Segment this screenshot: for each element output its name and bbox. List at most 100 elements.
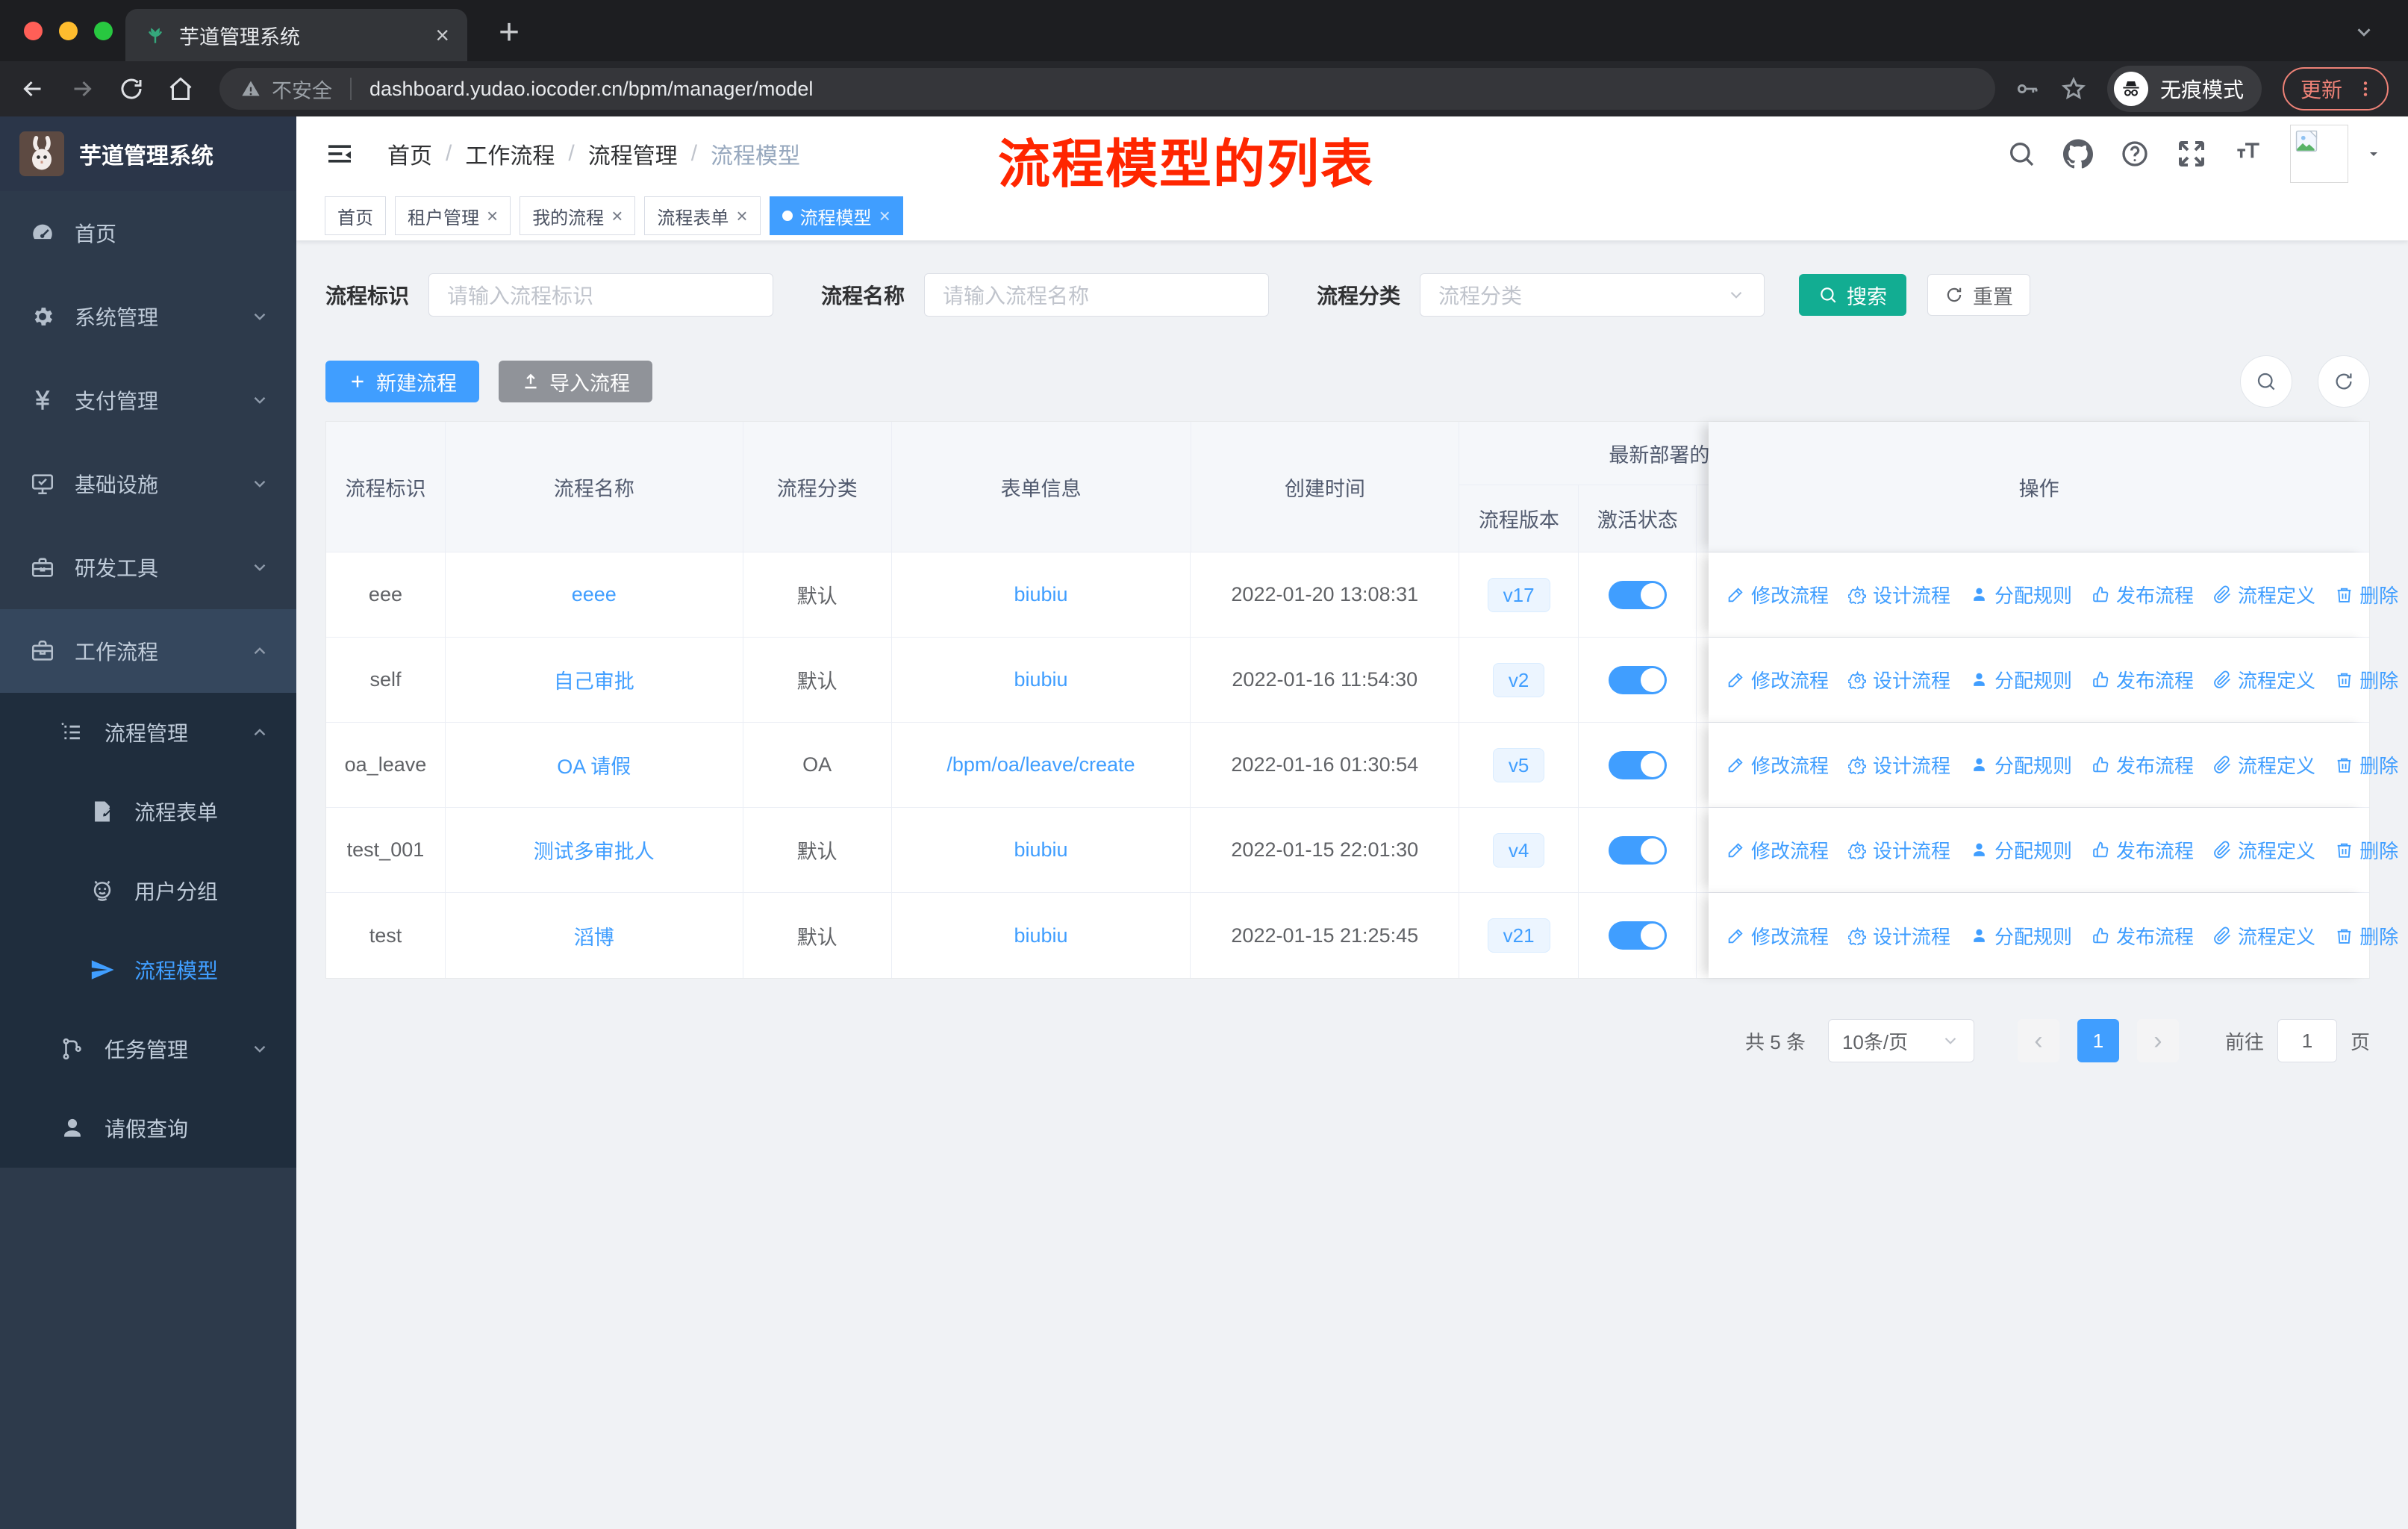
action-删除[interactable]: 删除: [2335, 836, 2398, 864]
active-toggle[interactable]: [1608, 665, 1667, 694]
tag-我的流程[interactable]: 我的流程 ×: [520, 196, 636, 235]
import-process-button[interactable]: 导入流程: [499, 361, 652, 402]
search-icon[interactable]: [2006, 139, 2036, 169]
action-分配规则[interactable]: 分配规则: [1970, 922, 2072, 950]
app-logo-row[interactable]: 芋道管理系统: [0, 116, 296, 191]
action-发布流程[interactable]: 发布流程: [2092, 581, 2194, 608]
create-process-button[interactable]: 新建流程: [325, 361, 479, 402]
breadcrumb-item-工作流程[interactable]: 工作流程: [465, 137, 555, 170]
reload-icon[interactable]: [118, 75, 145, 102]
sidebar-item-用户分组[interactable]: 用户分组: [0, 851, 296, 930]
avatar[interactable]: [2290, 125, 2348, 183]
bookmark-star-icon[interactable]: [2061, 76, 2086, 102]
sidebar-item-系统管理[interactable]: 系统管理: [0, 275, 296, 358]
action-流程定义[interactable]: 流程定义: [2213, 751, 2315, 779]
refresh-icon[interactable]: [2318, 355, 2370, 408]
cell-process-name-link[interactable]: 测试多审批人: [446, 808, 743, 892]
tag-close-icon[interactable]: ×: [879, 206, 890, 225]
cell-form-link[interactable]: biubiu: [892, 808, 1191, 892]
security-label[interactable]: 不安全: [272, 75, 332, 104]
reset-button[interactable]: 重置: [1927, 274, 2031, 316]
action-删除[interactable]: 删除: [2335, 666, 2398, 694]
tab-search-caret-icon[interactable]: [2353, 21, 2375, 43]
action-流程定义[interactable]: 流程定义: [2213, 666, 2315, 694]
password-key-icon[interactable]: [2015, 76, 2040, 102]
breadcrumb-item-首页[interactable]: 首页: [387, 137, 432, 170]
action-删除[interactable]: 删除: [2335, 922, 2398, 950]
zoom-window-button[interactable]: [94, 21, 113, 40]
action-发布流程[interactable]: 发布流程: [2092, 666, 2194, 694]
cell-form-link[interactable]: biubiu: [892, 552, 1191, 637]
sidebar-item-流程模型[interactable]: 流程模型: [0, 930, 296, 1009]
action-修改流程[interactable]: 修改流程: [1727, 666, 1829, 694]
action-设计流程[interactable]: 设计流程: [1848, 751, 1950, 779]
browser-tab[interactable]: 芋道管理系统 ×: [125, 9, 467, 61]
action-流程定义[interactable]: 流程定义: [2213, 581, 2315, 608]
active-toggle[interactable]: [1608, 921, 1667, 950]
action-设计流程[interactable]: 设计流程: [1848, 666, 1950, 694]
not-secure-icon[interactable]: [240, 78, 261, 99]
action-设计流程[interactable]: 设计流程: [1848, 836, 1950, 864]
tag-close-icon[interactable]: ×: [611, 206, 623, 225]
sidebar-item-基础设施[interactable]: 基础设施: [0, 442, 296, 526]
forward-icon[interactable]: [69, 75, 96, 102]
process-name-input[interactable]: 请输入流程名称: [924, 273, 1270, 317]
tag-首页[interactable]: 首页: [325, 196, 386, 235]
update-label[interactable]: 更新: [2301, 74, 2342, 104]
tag-流程模型[interactable]: 流程模型 ×: [769, 196, 903, 235]
tag-close-icon[interactable]: ×: [487, 206, 498, 225]
sidebar-item-支付管理[interactable]: 支付管理: [0, 358, 296, 442]
category-select[interactable]: 流程分类: [1420, 273, 1765, 317]
active-toggle[interactable]: [1608, 750, 1667, 779]
next-page-button[interactable]: ›: [2136, 1019, 2179, 1062]
sidebar-item-请假查询[interactable]: 请假查询: [0, 1089, 296, 1168]
action-删除[interactable]: 删除: [2335, 581, 2398, 608]
url-bar[interactable]: 不安全 dashboard.yudao.iocoder.cn/bpm/manag…: [219, 68, 1995, 110]
page-size-select[interactable]: 10条/页: [1827, 1019, 1974, 1062]
action-分配规则[interactable]: 分配规则: [1970, 666, 2072, 694]
new-tab-button[interactable]: +: [487, 12, 531, 52]
back-icon[interactable]: [19, 75, 46, 102]
close-window-button[interactable]: [24, 21, 43, 40]
active-toggle[interactable]: [1608, 835, 1667, 865]
sidebar-item-任务管理[interactable]: 任务管理: [0, 1009, 296, 1089]
help-icon[interactable]: [2120, 139, 2150, 169]
action-修改流程[interactable]: 修改流程: [1727, 751, 1829, 779]
cell-form-link[interactable]: biubiu: [892, 638, 1191, 722]
tag-close-icon[interactable]: ×: [736, 206, 747, 225]
cell-process-name-link[interactable]: 自己审批: [446, 638, 743, 722]
action-删除[interactable]: 删除: [2335, 751, 2398, 779]
search-button[interactable]: 搜索: [1799, 274, 1907, 316]
avatar-caret-icon[interactable]: [2365, 145, 2383, 163]
sidebar-item-研发工具[interactable]: 研发工具: [0, 526, 296, 609]
goto-page-input[interactable]: 1: [2277, 1019, 2337, 1062]
action-设计流程[interactable]: 设计流程: [1848, 581, 1950, 608]
active-toggle[interactable]: [1608, 580, 1667, 609]
fullscreen-icon[interactable]: [2177, 139, 2206, 169]
action-分配规则[interactable]: 分配规则: [1970, 581, 2072, 608]
cell-form-link[interactable]: biubiu: [892, 893, 1191, 978]
minimize-window-button[interactable]: [59, 21, 78, 40]
prev-page-button[interactable]: ‹: [2017, 1019, 2059, 1062]
action-发布流程[interactable]: 发布流程: [2092, 922, 2194, 950]
action-设计流程[interactable]: 设计流程: [1848, 922, 1950, 950]
action-发布流程[interactable]: 发布流程: [2092, 836, 2194, 864]
tag-流程表单[interactable]: 流程表单 ×: [644, 196, 761, 235]
breadcrumb-item-流程管理[interactable]: 流程管理: [588, 137, 678, 170]
browser-menu-icon[interactable]: [2356, 79, 2375, 99]
sidebar-item-工作流程[interactable]: 工作流程: [0, 609, 296, 693]
action-修改流程[interactable]: 修改流程: [1727, 922, 1829, 950]
browser-update-chip[interactable]: 更新: [2282, 67, 2389, 110]
sidebar-item-首页[interactable]: 首页: [0, 191, 296, 275]
tag-租户管理[interactable]: 租户管理 ×: [395, 196, 511, 235]
sidebar-item-流程管理[interactable]: 流程管理: [0, 693, 296, 772]
tab-close-icon[interactable]: ×: [435, 23, 449, 47]
action-分配规则[interactable]: 分配规则: [1970, 836, 2072, 864]
cell-process-name-link[interactable]: eeee: [446, 552, 743, 637]
process-key-input[interactable]: 请输入流程标识: [428, 273, 774, 317]
font-size-icon[interactable]: [2233, 139, 2263, 169]
sidebar-item-流程表单[interactable]: 流程表单: [0, 772, 296, 851]
action-流程定义[interactable]: 流程定义: [2213, 836, 2315, 864]
page-1-button[interactable]: 1: [2077, 1019, 2119, 1062]
window-controls[interactable]: [0, 21, 113, 40]
